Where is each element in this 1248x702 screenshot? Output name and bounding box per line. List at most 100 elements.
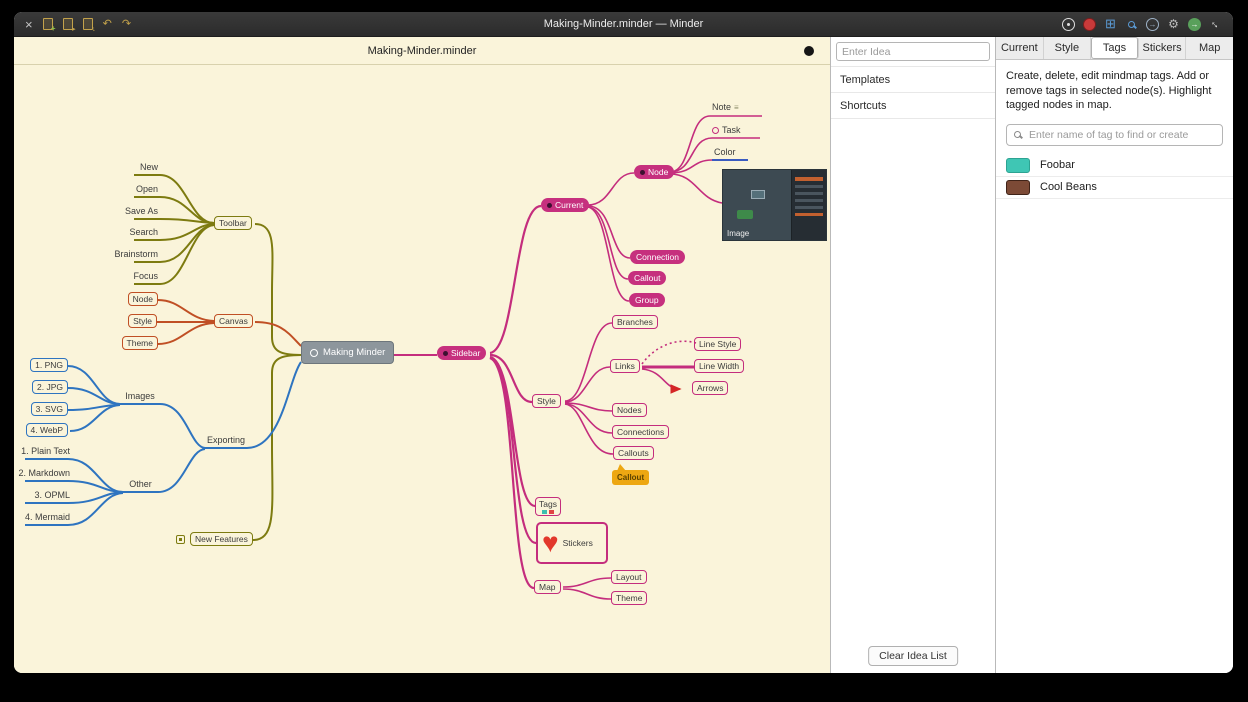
new-document-icon[interactable] [43, 18, 53, 30]
color-label: Color [714, 147, 736, 157]
map-node-task[interactable]: Task [712, 125, 741, 135]
map-node-connections[interactable]: Connections [612, 425, 669, 439]
map-node-links[interactable]: Links [610, 359, 640, 373]
fullscreen-icon[interactable]: ↔ [1209, 18, 1222, 31]
redo-icon[interactable]: ↷ [122, 19, 131, 30]
tab-stickers[interactable]: Stickers [1139, 37, 1187, 59]
note-lines-icon: ≡ [734, 103, 739, 112]
tag-color-swatch [1006, 158, 1030, 173]
inspector-tab-bar: Current Style Tags Stickers Map [996, 37, 1233, 60]
map-node-arrows[interactable]: Arrows [692, 381, 728, 395]
map-node-line-width[interactable]: Line Width [694, 359, 744, 373]
map-node-mermaid[interactable]: 4. Mermaid [14, 512, 70, 522]
stickers-label: Stickers [563, 538, 593, 548]
map-node-callouts[interactable]: Callouts [613, 446, 654, 460]
thumbnail-sidebar [791, 170, 826, 240]
map-node-current[interactable]: Current [541, 198, 589, 212]
record-icon[interactable] [1083, 18, 1096, 31]
tag-search-box[interactable] [1006, 124, 1223, 146]
map-node-other[interactable]: Other [123, 479, 158, 489]
map-node-opml[interactable]: 3. OPML [14, 490, 70, 500]
map-node-current-node[interactable]: Node [634, 165, 674, 179]
brainstorm-bulb-icon[interactable] [1062, 18, 1075, 31]
undo-icon[interactable]: ↶ [103, 19, 112, 30]
map-node-note[interactable]: Note ≡ [712, 102, 739, 112]
thumbnail-shape [737, 210, 753, 219]
close-button[interactable]: × [25, 18, 33, 31]
thumbnail-shape [751, 190, 765, 199]
idea-input[interactable] [836, 42, 990, 61]
idea-panel: Templates Shortcuts Clear Idea List [830, 37, 996, 673]
fullscreen-glyph: ↔ [1207, 16, 1223, 32]
map-node-focus[interactable]: Focus [88, 271, 158, 281]
map-node-new-features[interactable]: New Features [190, 532, 253, 546]
idea-list: Templates Shortcuts [831, 66, 995, 119]
tag-search-input[interactable] [1027, 128, 1215, 142]
map-node-search[interactable]: Search [88, 227, 158, 237]
settings-gear-icon[interactable]: ⚙ [1167, 18, 1180, 31]
map-node-canvas-node[interactable]: Node [128, 292, 158, 306]
focus-mode-icon[interactable]: → [1188, 18, 1201, 31]
map-node-save-as[interactable]: Save As [88, 206, 158, 216]
map-node-branches[interactable]: Branches [612, 315, 658, 329]
map-node-nodes[interactable]: Nodes [612, 403, 647, 417]
image-label: Image [727, 229, 749, 238]
map-node-root[interactable]: Making Minder [301, 341, 394, 364]
map-node-exporting[interactable]: Exporting [205, 435, 247, 445]
map-node-canvas-style[interactable]: Style [128, 314, 157, 328]
tag-row-cool-beans[interactable]: Cool Beans [996, 177, 1233, 199]
mindmap-canvas[interactable]: Making-Minder.minder [14, 37, 830, 673]
task-circle-icon [712, 127, 719, 134]
map-node-brainstorm[interactable]: Brainstorm [88, 249, 158, 259]
zoom-icon[interactable] [1125, 18, 1138, 31]
open-document-icon[interactable] [63, 18, 73, 30]
inspector-panel: Current Style Tags Stickers Map Create, … [996, 37, 1233, 673]
clear-idea-list-button[interactable]: Clear Idea List [868, 646, 958, 666]
node-dot-icon [640, 170, 645, 175]
tab-map[interactable]: Map [1186, 37, 1233, 59]
grid-view-icon[interactable]: ⊞ [1104, 18, 1117, 31]
map-node-png[interactable]: 1. PNG [30, 358, 68, 372]
map-node-images[interactable]: Images [120, 391, 160, 401]
map-node-canvas-theme[interactable]: Theme [122, 336, 158, 350]
map-node-image-thumbnail[interactable]: Image [722, 169, 827, 241]
map-node-group[interactable]: Group [629, 293, 665, 307]
export-icon[interactable]: → [1146, 18, 1159, 31]
idea-list-item-templates[interactable]: Templates [831, 67, 995, 93]
map-node-stickers[interactable]: ♥ Stickers [536, 522, 608, 564]
tag-row-foobar[interactable]: Foobar [996, 155, 1233, 177]
node-label: Node [648, 167, 668, 177]
map-node-layout[interactable]: Layout [611, 570, 647, 584]
map-node-tags[interactable]: Tags [535, 497, 561, 516]
map-node-style[interactable]: Style [532, 394, 561, 408]
callout-label: Callout [634, 273, 660, 283]
map-node-jpg[interactable]: 2. JPG [32, 380, 68, 394]
map-node-plain-text[interactable]: 1. Plain Text [14, 446, 70, 456]
window-title: Making-Minder.minder — Minder [14, 18, 1233, 30]
tag-swatches [539, 510, 557, 514]
map-node-line-style[interactable]: Line Style [694, 337, 741, 351]
mindmap-connections [14, 37, 830, 673]
map-node-connection[interactable]: Connection [630, 250, 685, 264]
tab-current[interactable]: Current [996, 37, 1044, 59]
map-node-color[interactable]: Color [714, 147, 736, 157]
map-node-map-theme[interactable]: Theme [611, 591, 647, 605]
tab-tags[interactable]: Tags [1091, 37, 1139, 59]
map-node-webp[interactable]: 4. WebP [26, 423, 68, 437]
map-node-new[interactable]: New [88, 162, 158, 172]
idea-list-item-shortcuts[interactable]: Shortcuts [831, 93, 995, 119]
map-node-canvas[interactable]: Canvas [214, 314, 253, 328]
search-icon [1014, 131, 1021, 138]
modified-indicator-dot [804, 46, 814, 56]
save-document-icon[interactable] [83, 18, 93, 30]
map-node-map[interactable]: Map [534, 580, 561, 594]
document-title: Making-Minder.minder [368, 45, 477, 57]
map-node-svg[interactable]: 3. SVG [31, 402, 68, 416]
callout-sticker[interactable]: Callout [612, 470, 649, 485]
map-node-markdown[interactable]: 2. Markdown [14, 468, 70, 478]
tab-style[interactable]: Style [1044, 37, 1092, 59]
map-node-toolbar[interactable]: Toolbar [214, 216, 252, 230]
map-node-open[interactable]: Open [88, 184, 158, 194]
map-node-callout[interactable]: Callout [628, 271, 666, 285]
map-node-sidebar[interactable]: Sidebar [437, 346, 486, 360]
